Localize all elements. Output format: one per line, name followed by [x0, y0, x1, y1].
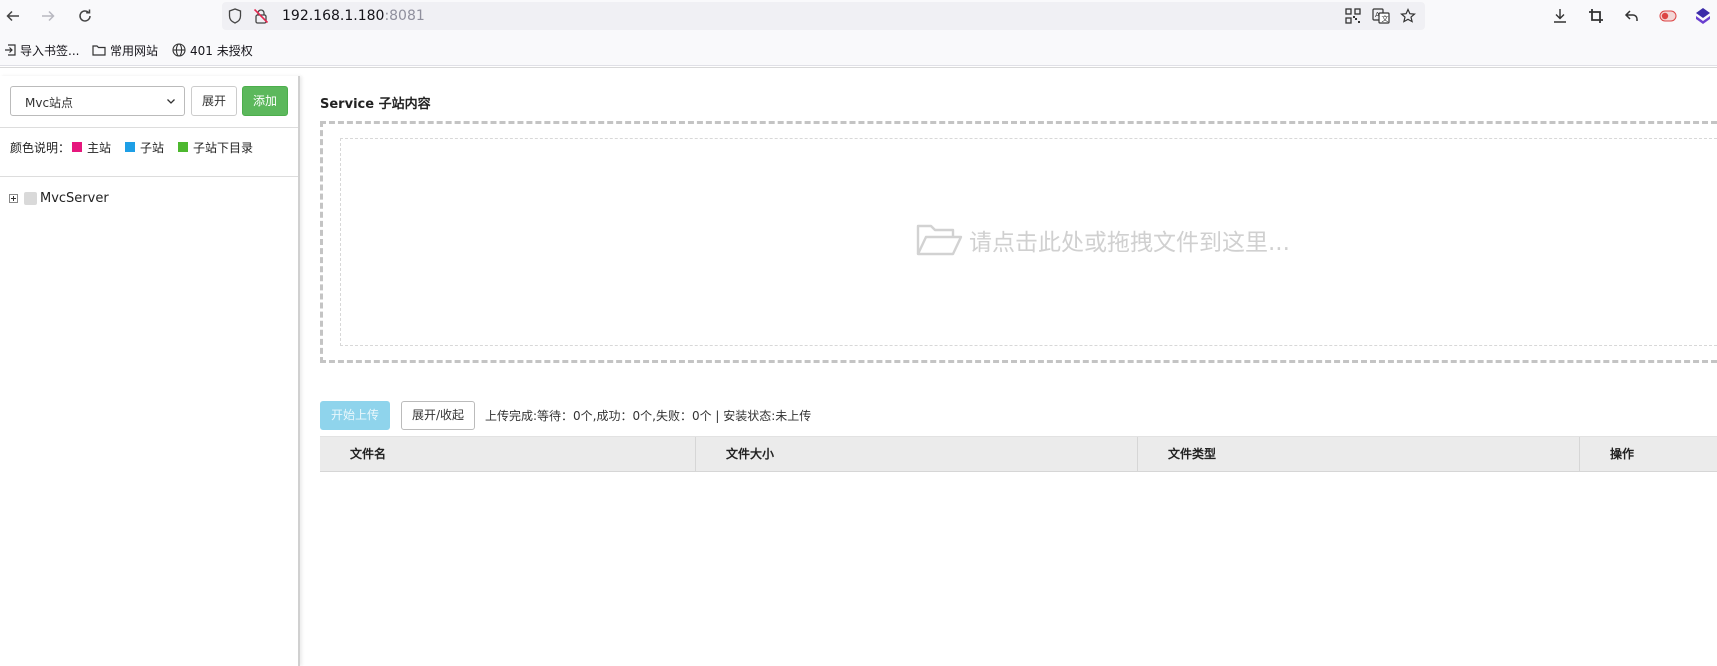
bookmark-label: 401 未授权: [190, 43, 253, 58]
upload-dropzone[interactable]: 请点击此处或拖拽文件到这里...: [320, 121, 1717, 363]
expand-collapse-button[interactable]: 展开/收起: [401, 401, 475, 430]
extension-icon[interactable]: [1692, 5, 1714, 27]
reload-icon[interactable]: [73, 4, 97, 28]
bookmarks-bar: 导入书签... 常用网站 401 未授权: [0, 32, 1717, 66]
column-header-filetype: 文件类型: [1138, 437, 1580, 471]
bookmark-label: 常用网站: [110, 43, 159, 58]
drop-hint[interactable]: 请点击此处或拖拽文件到这里...: [915, 221, 1290, 259]
globe-icon: [172, 43, 186, 57]
bookmark-common-sites[interactable]: 常用网站: [92, 41, 158, 59]
chevron-down-icon: [167, 99, 175, 104]
legend-swatch: [125, 142, 136, 152]
legend-prefix: 颜色说明：: [10, 140, 71, 155]
legend-item-main-site: 主站: [72, 139, 111, 156]
toggle-icon[interactable]: [1657, 5, 1679, 27]
start-upload-button[interactable]: 开始上传: [320, 401, 390, 430]
bookmark-label: 导入书签...: [20, 43, 80, 58]
folder-icon: [92, 45, 106, 56]
crop-icon[interactable]: [1585, 5, 1607, 27]
forward-icon[interactable]: [36, 4, 60, 28]
upload-status: 上传完成:等待：0个,成功：0个,失败：0个 | 安装状态:未上传: [485, 409, 812, 423]
folder-open-icon: [916, 224, 963, 256]
tree-node-root[interactable]: MvcServer: [9, 190, 109, 206]
column-header-filename: 文件名: [320, 437, 696, 471]
download-icon[interactable]: [1549, 5, 1571, 27]
back-icon[interactable]: [1, 4, 25, 28]
legend-swatch: [72, 142, 83, 152]
divider: [0, 127, 298, 128]
url-bar[interactable]: 192.168.1.180:8081 A文: [222, 2, 1425, 30]
legend-item-sub-site: 子站: [125, 139, 164, 156]
legend-swatch: [178, 142, 189, 152]
page: Mvc站点 展开 添加 颜色说明： 主站 子站 子站下目录 MvcServer …: [0, 67, 1717, 666]
color-legend: 颜色说明： 主站 子站 子站下目录: [10, 139, 267, 155]
qr-code-icon[interactable]: [1344, 7, 1362, 25]
url-host: 192.168.1.180: [282, 8, 385, 24]
add-button[interactable]: 添加: [242, 86, 288, 116]
site-select-value: Mvc站点: [25, 96, 74, 110]
site-select[interactable]: Mvc站点: [10, 86, 185, 116]
star-icon[interactable]: [1399, 7, 1417, 25]
file-table-header: 文件名 文件大小 文件类型 操作: [320, 436, 1717, 472]
bookmark-401[interactable]: 401 未授权: [172, 41, 253, 59]
url-text: 192.168.1.180:8081: [282, 8, 425, 24]
import-icon: [5, 44, 16, 56]
legend-item-sub-dir: 子站下目录: [178, 139, 253, 156]
bookmark-import[interactable]: 导入书签...: [4, 41, 79, 59]
legend-label: 子站下目录: [193, 140, 254, 155]
page-title: Service 子站内容: [320, 97, 431, 112]
site-sidebar: Mvc站点 展开 添加 颜色说明： 主站 子站 子站下目录 MvcServer: [0, 76, 300, 666]
expand-button[interactable]: 展开: [191, 86, 237, 116]
server-icon: [24, 191, 37, 205]
shield-icon[interactable]: [226, 7, 244, 25]
drop-hint-text: 请点击此处或拖拽文件到这里...: [969, 230, 1290, 256]
undo-icon[interactable]: [1621, 5, 1643, 27]
svg-text:文: 文: [1382, 14, 1389, 23]
tree-expand-icon[interactable]: [9, 193, 18, 203]
url-port: :8081: [384, 8, 425, 24]
insecure-lock-icon[interactable]: [252, 7, 270, 25]
tree-node-label: MvcServer: [40, 190, 109, 206]
legend-label: 子站: [140, 140, 165, 155]
translate-icon[interactable]: A文: [1372, 7, 1390, 25]
browser-toolbar: 192.168.1.180:8081 A文: [0, 0, 1717, 32]
legend-label: 主站: [87, 140, 112, 155]
column-header-actions: 操作: [1610, 447, 1635, 461]
svg-text:A: A: [1375, 11, 1380, 19]
divider: [0, 176, 298, 177]
column-header-filesize: 文件大小: [696, 437, 1138, 471]
